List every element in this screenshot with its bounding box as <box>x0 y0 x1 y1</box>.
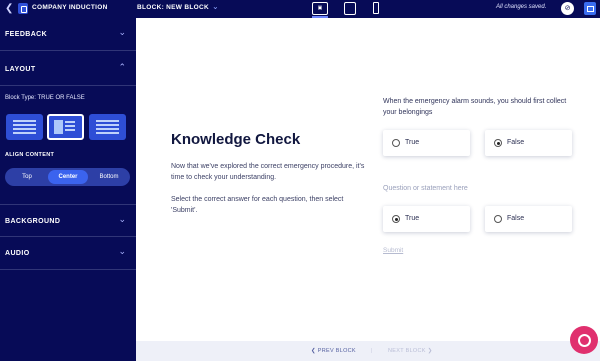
section-layout[interactable]: LAYOUT ⌃ <box>0 53 136 86</box>
section-background-label: BACKGROUND <box>5 218 61 225</box>
block-canvas: Knowledge Check Now that we've explored … <box>136 18 600 341</box>
nav-divider: | <box>371 348 373 354</box>
prev-block-label: PREV BLOCK <box>317 348 356 354</box>
section-background[interactable]: BACKGROUND ⌄ <box>0 204 136 237</box>
chevron-down-icon: ⌄ <box>118 246 126 256</box>
question-1-option-true[interactable]: True <box>383 130 470 156</box>
desktop-icon[interactable]: ▣ <box>312 2 328 15</box>
top-bar: ❮ COMPANY INDUCTION BLOCK: NEW BLOCK ⌄ ▣… <box>0 0 600 18</box>
block-type-label: Block Type: TRUE OR FALSE <box>5 95 85 101</box>
question-2-text[interactable]: Question or statement here <box>383 183 578 194</box>
layout-option-right[interactable] <box>89 114 126 140</box>
option-label: False <box>507 215 525 222</box>
chevron-down-icon[interactable]: ⌄ <box>212 2 219 11</box>
question-2-option-false[interactable]: False <box>485 206 572 232</box>
align-content-label: ALIGN CONTENT <box>5 152 55 158</box>
help-chat-button[interactable] <box>570 326 598 354</box>
tablet-icon[interactable] <box>344 2 356 15</box>
block-selector[interactable]: BLOCK: NEW BLOCK <box>137 4 209 11</box>
layout-preview-icon <box>54 120 75 134</box>
instruction-paragraph[interactable]: Select the correct answer for each quest… <box>171 194 366 216</box>
section-audio[interactable]: AUDIO ⌄ <box>0 237 136 270</box>
settings-sidebar: FEEDBACK ⌄ LAYOUT ⌃ Block Type: TRUE OR … <box>0 18 136 361</box>
section-feedback-label: FEEDBACK <box>5 31 48 38</box>
submit-button[interactable]: Submit <box>383 247 403 254</box>
radio-icon <box>392 139 400 147</box>
align-center-button[interactable]: Center <box>48 170 88 184</box>
chevron-up-icon: ⌃ <box>118 62 126 72</box>
radio-icon <box>494 215 502 223</box>
align-content-segmented-control: Top Center Bottom <box>5 168 130 186</box>
chevron-left-icon[interactable]: ❮ <box>5 3 13 15</box>
block-navigation: ❮ PREV BLOCK | NEXT BLOCK ❯ <box>136 341 600 361</box>
chevron-down-icon: ⌄ <box>118 214 126 224</box>
align-top-button[interactable]: Top <box>8 170 46 184</box>
question-1-option-false[interactable]: False <box>485 130 572 156</box>
section-audio-label: AUDIO <box>5 250 30 257</box>
section-layout-label: LAYOUT <box>5 66 36 73</box>
option-label: True <box>405 215 420 222</box>
phone-icon[interactable] <box>373 2 379 14</box>
chevron-down-icon: ⌄ <box>118 27 126 37</box>
option-label: True <box>405 139 420 146</box>
block-title[interactable]: Knowledge Check <box>171 131 300 148</box>
course-logo-icon <box>18 3 28 14</box>
prev-block-button[interactable]: ❮ PREV BLOCK <box>311 348 356 354</box>
layout-preview-icon <box>96 120 119 134</box>
radio-selected-icon <box>392 215 400 223</box>
layout-option-left[interactable] <box>6 114 43 140</box>
option-label: False <box>507 139 525 146</box>
layout-preview-icon <box>13 120 36 134</box>
layout-option-center[interactable] <box>47 114 84 140</box>
next-block-button[interactable]: NEXT BLOCK ❯ <box>388 348 433 354</box>
align-bottom-button[interactable]: Bottom <box>90 170 128 184</box>
intro-paragraph[interactable]: Now that we've explored the correct emer… <box>171 161 366 183</box>
export-icon[interactable] <box>584 2 596 15</box>
save-status: All changes saved. <box>496 4 547 10</box>
section-feedback[interactable]: FEEDBACK ⌄ <box>0 18 136 51</box>
eye-off-icon[interactable]: ⊘ <box>561 2 574 15</box>
next-block-label: NEXT BLOCK <box>388 348 426 354</box>
radio-selected-icon <box>494 139 502 147</box>
course-title: COMPANY INDUCTION <box>32 4 108 11</box>
question-1-text[interactable]: When the emergency alarm sounds, you sho… <box>383 96 578 118</box>
question-2-option-true[interactable]: True <box>383 206 470 232</box>
